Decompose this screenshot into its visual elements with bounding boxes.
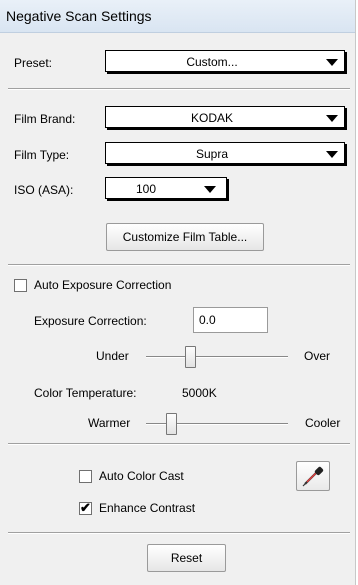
auto-color-cast-checkbox[interactable] [79,470,92,483]
iso-value: 100 [135,182,157,196]
enhance-contrast-checkbox[interactable]: ✔ [79,500,92,515]
negative-scan-settings-panel: Negative Scan Settings Preset: Custom...… [0,0,356,585]
title-bar: Negative Scan Settings [0,0,355,33]
eyedropper-icon [302,466,324,487]
chevron-down-icon [326,151,338,158]
chevron-down-icon [326,59,338,66]
film-type-dropdown[interactable]: Supra [105,142,345,164]
film-brand-dropdown[interactable]: KODAK [105,106,345,128]
exposure-slider-under-label: Under [96,349,129,363]
exposure-slider-track[interactable] [146,356,288,358]
enhance-contrast-label: Enhance Contrast [99,501,196,515]
check-icon: ✔ [80,500,91,515]
iso-dropdown[interactable]: 100 [105,177,227,199]
color-temperature-label: Color Temperature: [34,386,137,400]
window-title: Negative Scan Settings [6,8,152,24]
iso-label: ISO (ASA): [14,183,74,197]
chevron-down-icon [204,186,216,193]
preset-value: Custom... [186,55,238,69]
exposure-slider-over-label: Over [304,349,331,363]
exposure-correction-label: Exposure Correction: [34,314,147,328]
temperature-slider-warmer-label: Warmer [88,416,131,430]
separator [8,532,350,534]
chevron-down-icon [326,115,338,122]
preset-label: Preset: [14,56,53,70]
film-brand-label: Film Brand: [14,112,76,126]
reset-button[interactable]: Reset [147,544,226,572]
film-type-value: Supra [195,147,229,161]
color-temperature-value: 5000K [182,386,217,400]
separator [8,264,350,266]
film-type-label: Film Type: [14,148,70,162]
auto-exposure-checkbox[interactable] [14,279,27,292]
exposure-correction-input[interactable] [193,307,268,333]
auto-exposure-label: Auto Exposure Correction [34,278,172,292]
separator [8,443,350,445]
auto-color-cast-label: Auto Color Cast [99,469,184,483]
temperature-slider-cooler-label: Cooler [305,416,341,430]
separator [8,88,350,90]
preset-dropdown[interactable]: Custom... [105,50,345,72]
temperature-slider-thumb[interactable] [166,413,178,435]
color-picker-button[interactable] [296,461,330,491]
customize-film-table-button[interactable]: Customize Film Table... [106,223,264,251]
film-brand-value: KODAK [190,111,233,125]
exposure-slider-thumb[interactable] [184,346,196,368]
